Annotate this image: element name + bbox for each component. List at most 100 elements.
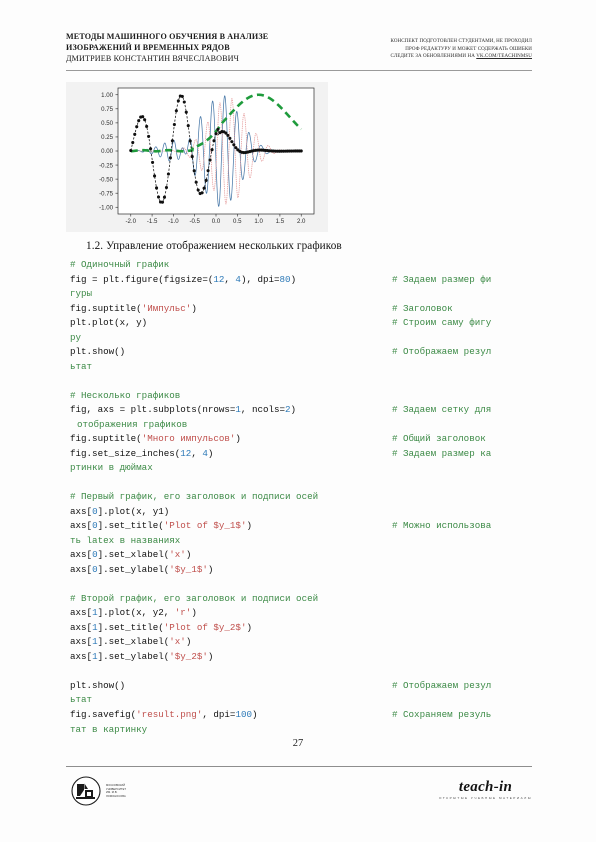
data-point-marker: [180, 94, 184, 98]
data-point-marker: [153, 174, 157, 178]
data-point-marker: [206, 169, 210, 173]
data-point-marker: [202, 186, 206, 190]
teach-in-wordmark: teach-in: [458, 779, 513, 795]
data-point-marker: [133, 132, 137, 136]
code-inline-comment: # Задаем размер ка: [392, 447, 492, 459]
y-tick-label: 0.00: [101, 148, 113, 155]
code-statement: axs[0].set_title('Plot of $y_1$'): [70, 519, 252, 534]
code-text: ): [207, 563, 214, 575]
disclaimer-line3: СЛЕДИТЕ ЗА ОБНОВЛЕНИЯМИ НА VK.COM/TEACHI…: [391, 53, 532, 61]
data-point-marker: [299, 149, 303, 153]
code-statement: plt.show(): [70, 679, 125, 694]
data-point-marker: [166, 172, 170, 176]
code-statement: fig = plt.figure(figsize=(12, 4), dpi=80…: [70, 273, 296, 288]
x-tick-label: -1.5: [147, 218, 158, 225]
y-tick-label: -0.25: [99, 162, 114, 169]
code-text: axs[: [70, 549, 93, 561]
code-string: 'Много импульсов': [141, 433, 236, 445]
code-text: ): [185, 549, 192, 561]
msu-logo-text-line-3: ЛОМОНОСОВА: [106, 794, 126, 798]
data-point-marker: [204, 178, 208, 182]
code-text: ,: [191, 447, 203, 459]
code-inline-comment: # Задаем сетку для: [392, 404, 492, 416]
code-text: ].set_xlabel(: [97, 636, 170, 648]
page-number: 27: [292, 738, 304, 749]
code-statement: plt.plot(x, y): [70, 316, 147, 331]
msu-logo-text: МОСКОВСКИЙ УНИВЕРСИТЕТ ИМ. М.В. ЛОМОНОСО…: [106, 784, 126, 798]
data-point-marker: [230, 140, 234, 144]
code-text: ].plot(x, y2,: [97, 607, 175, 619]
data-point-marker: [168, 156, 172, 160]
code-text: ].set_title(: [97, 520, 164, 532]
data-point-marker: [190, 155, 194, 159]
code-text: fig.suptitle(: [70, 302, 142, 314]
data-point-marker: [164, 186, 169, 190]
code-string: 'x': [169, 549, 186, 561]
page-footer: МОСКОВСКИЙ УНИВЕРСИТЕТ ИМ. М.В. ЛОМОНОСО…: [66, 772, 532, 822]
code-line: fig.suptitle('Много импульсов') # Общий з…: [70, 432, 540, 447]
x-tick-label: -2.0: [126, 218, 137, 225]
data-point-marker: [194, 180, 198, 184]
code-text: ].set_ylabel(: [97, 563, 170, 575]
data-point-marker: [170, 139, 174, 143]
data-point-marker: [192, 169, 196, 173]
data-point-marker: [212, 139, 216, 143]
y-tick-label: 1.00: [101, 92, 113, 99]
code-text: axs[: [70, 520, 93, 532]
code-text: ].plot(x, y1): [97, 505, 170, 517]
code-statement: axs[1].set_xlabel('x'): [70, 635, 191, 650]
data-point-marker: [131, 141, 135, 145]
code-statement: fig, axs = plt.subplots(nrows=1, ncols=2…: [70, 403, 296, 418]
data-point-marker: [200, 191, 204, 195]
code-text: axs[: [70, 607, 93, 619]
code-line: plt.plot(x, y) # Строим саму фигу: [70, 316, 540, 331]
lecturer-name: ДМИТРИЕВ КОНСТАНТИН ВЯЧЕСЛАВОВИЧ: [66, 54, 240, 64]
code-inline-comment: # Общий заголовок: [392, 433, 486, 445]
code-text: ): [207, 650, 214, 662]
code-text: plt.show(): [70, 679, 126, 691]
code-line: ьтат: [70, 693, 540, 708]
vk-link[interactable]: VK.COM/TEACHINMSU: [476, 54, 532, 59]
data-point-marker: [147, 134, 151, 138]
data-point-marker: [145, 124, 149, 128]
code-statement: plt.show(): [70, 345, 125, 360]
code-line: гуры: [70, 287, 540, 302]
data-point-marker: [186, 124, 190, 128]
code-text: fig = plt.figure(figsize=(: [70, 273, 214, 285]
code-line: # Несколько графиков: [70, 389, 540, 404]
code-text: , ncols=: [240, 404, 286, 416]
code-line: fig.set_size_inches(12, 4) # Задаем разме…: [70, 447, 540, 462]
code-statement: fig.set_size_inches(12, 4): [70, 447, 213, 462]
teach-in-tagline: ОТКРЫТЫЕ УЧЕБНЫЕ МАТЕРИАЛЫ: [438, 796, 532, 800]
code-line: ртинки в дюймах: [70, 461, 540, 476]
course-title-line1: МЕТОДЫ МАШИННОГО ОБУЧЕНИЯ В АНАЛИЗЕ: [66, 32, 269, 41]
code-comment-continuation: ру: [70, 331, 82, 343]
code-string: 'Plot of $y_2$': [163, 621, 247, 633]
code-number: 12: [213, 273, 225, 285]
code-statement: fig.suptitle('Много импульсов'): [70, 432, 241, 447]
code-text: ,: [224, 273, 236, 285]
data-point-marker: [176, 99, 180, 103]
code-string: '$y_2$': [169, 650, 208, 662]
code-statement: fig.savefig('result.png', dpi=100): [70, 708, 258, 723]
data-point-marker: [172, 122, 176, 127]
disclaimer-line3-prefix: СЛЕДИТЕ ЗА ОБНОВЛЕНИЯМИ НА: [390, 54, 477, 60]
code-line: axs[1].plot(x, y2, 'r'): [70, 606, 540, 621]
code-statement: axs[0].plot(x, y1): [70, 505, 169, 520]
code-text: ): [246, 520, 252, 532]
y-tick-label: -1.00: [99, 204, 114, 211]
course-title-block: МЕТОДЫ МАШИННОГО ОБУЧЕНИЯ В АНАЛИЗЕ ИЗОБ…: [66, 31, 268, 65]
data-point-marker: [137, 119, 141, 123]
code-line: ть latex в названиях: [70, 534, 540, 549]
code-text: axs[: [70, 650, 93, 662]
code-line: ру: [70, 331, 540, 346]
data-point-marker: [141, 115, 145, 119]
document-page: МЕТОДЫ МАШИННОГО ОБУЧЕНИЯ В АНАЛИЗЕ ИЗОБ…: [0, 0, 596, 842]
code-text: ): [191, 302, 197, 314]
data-point-marker: [160, 200, 165, 204]
code-comment-continuation: отображения графиков: [77, 418, 188, 430]
code-comment: # Одиночный график: [70, 259, 170, 270]
code-text: ].set_ylabel(: [97, 650, 170, 662]
